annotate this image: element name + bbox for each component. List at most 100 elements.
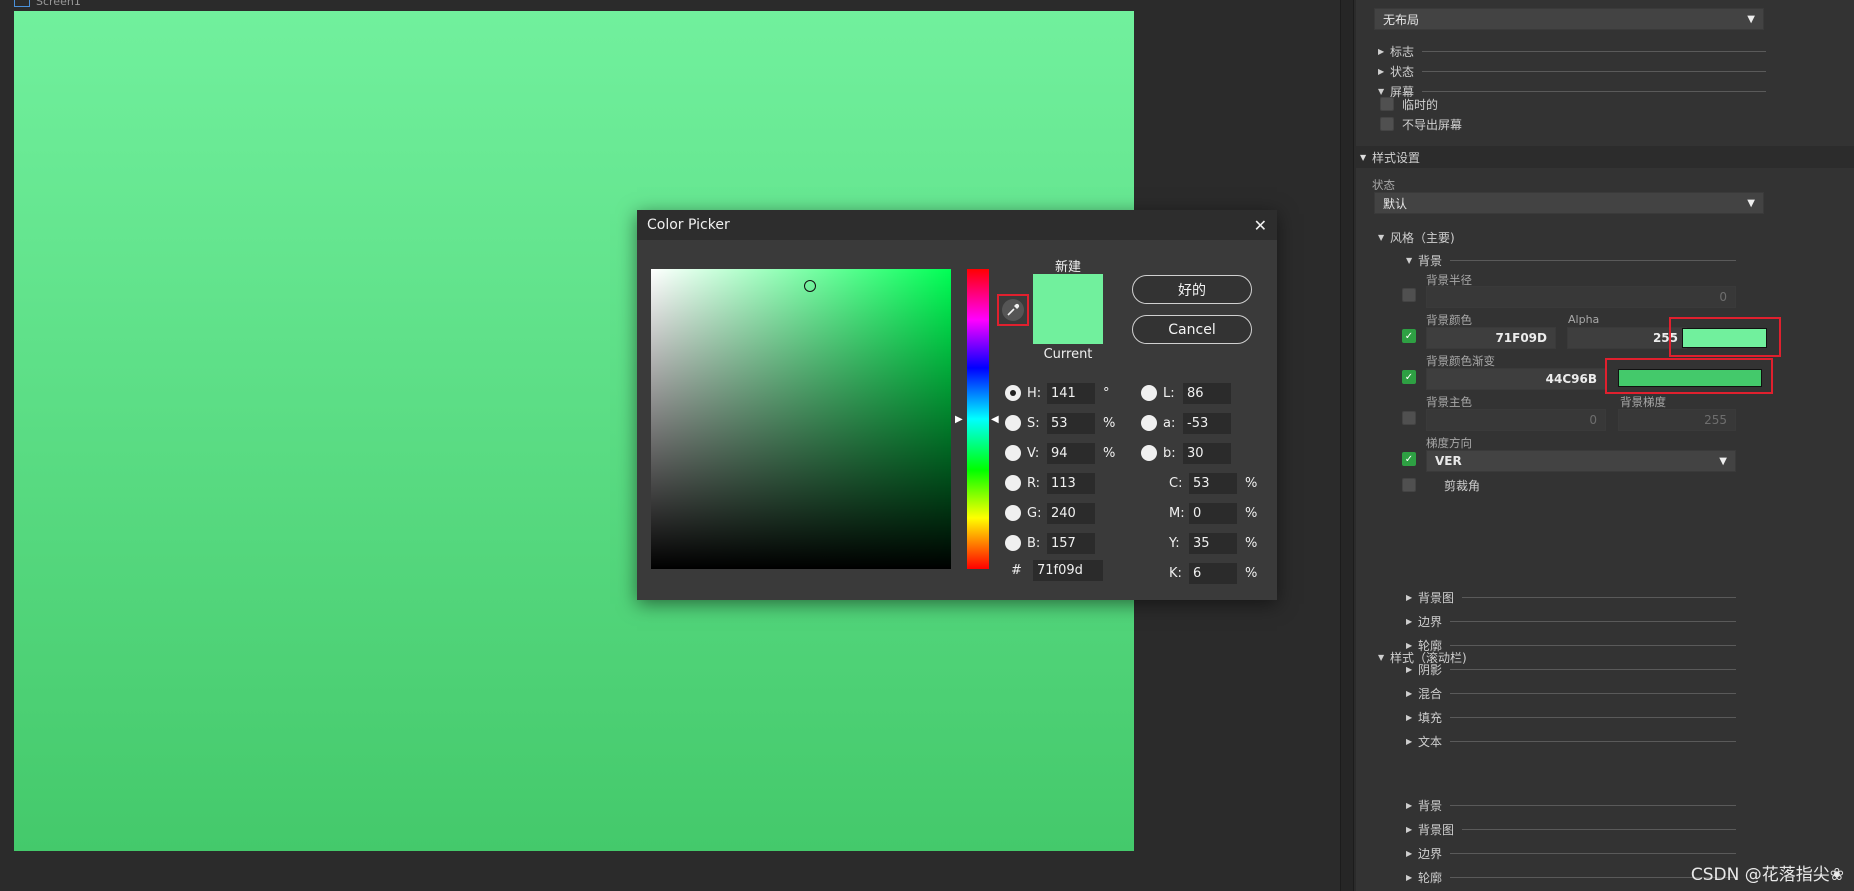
bg-color-checkbox[interactable]: ✓ [1402, 329, 1416, 343]
option-no-export[interactable]: 不导出屏幕 [1380, 116, 1462, 132]
lab-channel-row: a: -53 [1141, 412, 1231, 434]
eyedropper-button[interactable] [1002, 299, 1024, 321]
expand-down-icon: ▼ [1360, 152, 1367, 162]
hex-row: # 71f09d [1011, 559, 1103, 581]
expand-right-icon: ▶ [1406, 848, 1413, 858]
tree-item-flags[interactable]: ▶ 标志 [1378, 43, 1766, 59]
channel-input[interactable]: 94 [1047, 442, 1095, 464]
option-temporary[interactable]: 临时的 [1380, 96, 1438, 112]
layout-combo[interactable]: 无布局 ▼ [1374, 8, 1764, 30]
tree-subsection-item[interactable]: ▶ 背景图 [1406, 821, 1736, 837]
bg-main-checkbox[interactable] [1402, 411, 1416, 425]
divider-line [1462, 828, 1736, 830]
color-preview [1033, 274, 1103, 344]
temporary-checkbox[interactable] [1380, 97, 1394, 111]
channel-radio[interactable] [1005, 445, 1021, 461]
tree-style-main[interactable]: ▼ 风格（主要) [1378, 229, 1455, 245]
chevron-down-icon: ▼ [1747, 13, 1755, 25]
saturation-value-square[interactable] [651, 269, 951, 569]
expand-down-icon: ▼ [1378, 232, 1385, 242]
grad-dir-value: VER [1435, 454, 1462, 468]
channel-input[interactable]: 113 [1047, 472, 1095, 494]
watermark: CSDN @花落指尖❀ [1690, 865, 1844, 885]
chevron-down-icon: ▼ [1719, 455, 1727, 467]
style-settings-header[interactable]: ▼ 样式设置 [1356, 146, 1854, 168]
bg-radius-checkbox[interactable] [1402, 288, 1416, 302]
bg-grad-swatch[interactable] [1618, 369, 1762, 387]
new-color-label: 新建 [1054, 260, 1081, 275]
channel-input[interactable]: 35 [1189, 532, 1237, 554]
channel-input[interactable]: -53 [1183, 412, 1231, 434]
bg-color-swatch[interactable] [1682, 328, 1767, 348]
tree-item-states[interactable]: ▶ 状态 [1378, 63, 1766, 79]
tree-subsection-item[interactable]: ▶ 轮廓 [1406, 869, 1736, 885]
hex-input[interactable]: 71f09d [1033, 559, 1103, 581]
tree-style-scroll[interactable]: ▼ 样式（滚动栏) [1378, 649, 1467, 665]
sv-cursor[interactable] [804, 280, 816, 292]
tree-subsection-item[interactable]: ▶ 文本 [1406, 733, 1736, 749]
cmyk-channel-row: K: 6% [1163, 562, 1257, 584]
channel-radio[interactable] [1141, 445, 1157, 461]
channel-input[interactable]: 240 [1047, 502, 1095, 524]
bg-grad-alpha-field[interactable]: 255 [1618, 409, 1736, 431]
bg-grad-checkbox[interactable]: ✓ [1402, 370, 1416, 384]
grad-dir-combo[interactable]: VER ▼ [1426, 450, 1736, 472]
clip-corner-option[interactable]: 剪裁角 [1402, 477, 1480, 493]
ok-button[interactable]: 好的 [1132, 275, 1252, 304]
tree-subsection-item[interactable]: ▶ 边界 [1406, 613, 1736, 629]
channel-radio[interactable] [1141, 415, 1157, 431]
cmyk-channel-row: M: 0% [1163, 502, 1257, 524]
tree-subsection-item[interactable]: ▶ 背景 [1406, 797, 1736, 813]
bg-color-label: 背景颜色 [1426, 313, 1472, 327]
state-combo[interactable]: 默认 ▼ [1374, 192, 1764, 214]
channel-input[interactable]: 86 [1183, 382, 1231, 404]
expand-down-icon: ▼ [1378, 86, 1385, 96]
channel-radio[interactable] [1005, 475, 1021, 491]
channel-input[interactable]: 141 [1047, 382, 1095, 404]
divider-line [1450, 644, 1736, 646]
channel-radio[interactable] [1005, 505, 1021, 521]
panel-splitter[interactable] [1340, 0, 1354, 891]
expand-right-icon: ▶ [1406, 616, 1413, 626]
divider-line [1450, 716, 1736, 718]
chevron-down-icon: ▼ [1747, 197, 1755, 209]
screen-name: Screen1 [36, 0, 81, 8]
cancel-button[interactable]: Cancel [1132, 315, 1252, 344]
close-icon[interactable]: ✕ [1254, 216, 1267, 235]
channel-row: V: 94% [1005, 442, 1115, 464]
tree-subsection-item[interactable]: ▶ 填充 [1406, 709, 1736, 725]
bg-main-label: 背景主色 [1426, 395, 1472, 409]
channel-radio[interactable] [1141, 385, 1157, 401]
expand-right-icon: ▶ [1406, 824, 1413, 834]
channel-radio[interactable] [1005, 535, 1021, 551]
tree-subsection-item[interactable]: ▶ 边界 [1406, 845, 1736, 861]
grad-dir-checkbox[interactable]: ✓ [1402, 452, 1416, 466]
channel-input[interactable]: 53 [1189, 472, 1237, 494]
no-export-checkbox[interactable] [1380, 117, 1394, 131]
layout-combo-value: 无布局 [1383, 12, 1420, 27]
bg-main-field[interactable]: 0 [1426, 409, 1606, 431]
clip-corner-checkbox[interactable] [1402, 478, 1416, 492]
tree-background[interactable]: ▼ 背景 [1406, 252, 1736, 268]
bg-color-field[interactable]: 71F09D [1426, 327, 1556, 349]
channel-input[interactable]: 0 [1189, 502, 1237, 524]
lab-channel-row: b: 30 [1141, 442, 1231, 464]
divider-line [1450, 620, 1736, 622]
expand-right-icon: ▶ [1406, 688, 1413, 698]
channel-radio[interactable] [1005, 385, 1021, 401]
channel-input[interactable]: 30 [1183, 442, 1231, 464]
lab-channel-row: L: 86 [1141, 382, 1231, 404]
channel-radio[interactable] [1005, 415, 1021, 431]
dialog-title-bar[interactable]: Color Picker ✕ [637, 210, 1277, 240]
channel-input[interactable]: 157 [1047, 532, 1095, 554]
expand-right-icon: ▶ [1406, 872, 1413, 882]
hue-marker-left-icon[interactable]: ◀ [991, 414, 999, 425]
tree-subsection-item[interactable]: ▶ 背景图 [1406, 589, 1736, 605]
channel-input[interactable]: 53 [1047, 412, 1095, 434]
hue-slider[interactable] [967, 269, 989, 569]
hue-marker-right-icon[interactable]: ▶ [955, 414, 963, 425]
tree-subsection-item[interactable]: ▶ 混合 [1406, 685, 1736, 701]
bg-radius-field[interactable]: 0 [1426, 286, 1736, 308]
bg-grad-field[interactable]: 44C96B [1426, 368, 1606, 390]
channel-input[interactable]: 6 [1189, 562, 1237, 584]
